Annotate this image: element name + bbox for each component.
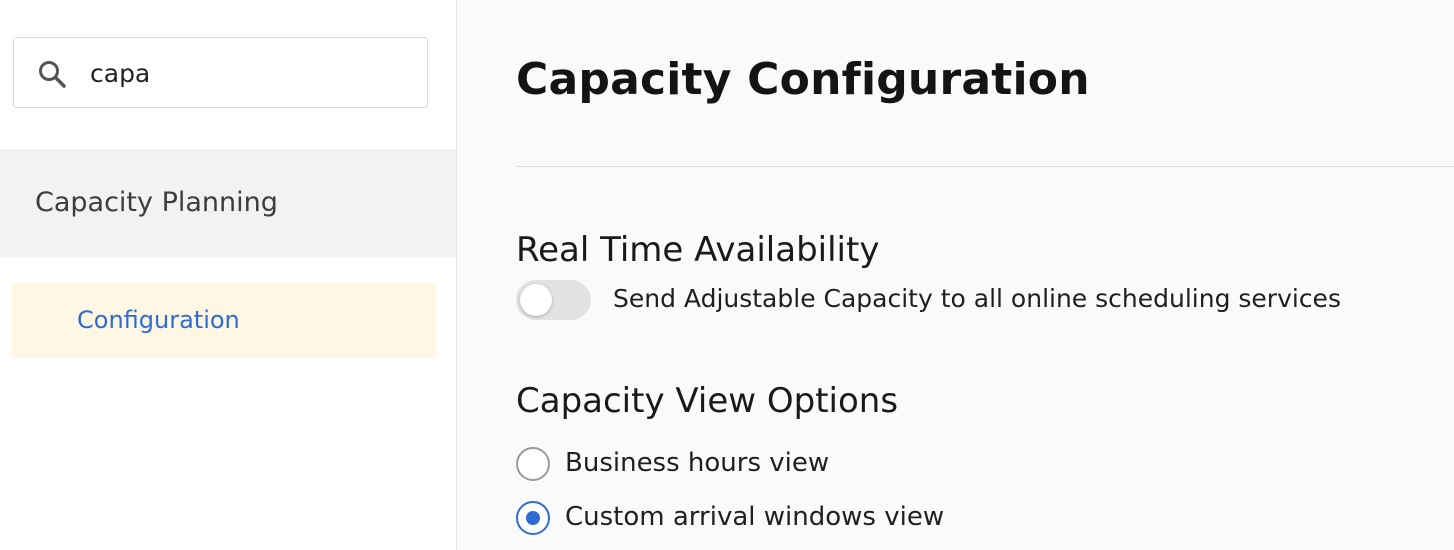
business-hours-view-radio[interactable] xyxy=(516,447,550,481)
business-hours-view-option[interactable]: Business hours view xyxy=(516,447,1116,481)
sidebar: Capacity Planning Configuration xyxy=(0,0,457,550)
radio-selected-dot xyxy=(526,511,540,525)
sidebar-item-configuration[interactable]: Configuration xyxy=(12,283,436,358)
sidebar-group-label: Capacity Planning xyxy=(35,187,278,218)
search-icon xyxy=(36,58,68,90)
main-content: Capacity Configuration Real Time Availab… xyxy=(458,0,1454,550)
search-input[interactable] xyxy=(90,50,410,96)
app-window: Capacity Planning Configuration Capacity… xyxy=(0,0,1454,550)
custom-arrival-windows-view-radio[interactable] xyxy=(516,501,550,535)
sidebar-item-label: Configuration xyxy=(77,306,240,334)
adjustable-capacity-toggle[interactable] xyxy=(516,280,591,320)
real-time-availability-heading: Real Time Availability xyxy=(516,230,880,270)
adjustable-capacity-toggle-label: Send Adjustable Capacity to all online s… xyxy=(613,284,1341,313)
title-divider xyxy=(516,166,1454,167)
capacity-view-options-heading: Capacity View Options xyxy=(516,381,899,421)
toggle-knob xyxy=(520,284,552,316)
radio-label: Business hours view xyxy=(565,448,830,478)
radio-label: Custom arrival windows view xyxy=(565,502,945,532)
custom-arrival-windows-view-option[interactable]: Custom arrival windows view xyxy=(516,501,1116,535)
search-box[interactable] xyxy=(13,37,428,108)
page-title: Capacity Configuration xyxy=(516,54,1090,105)
sidebar-group-capacity-planning[interactable]: Capacity Planning xyxy=(0,149,456,257)
